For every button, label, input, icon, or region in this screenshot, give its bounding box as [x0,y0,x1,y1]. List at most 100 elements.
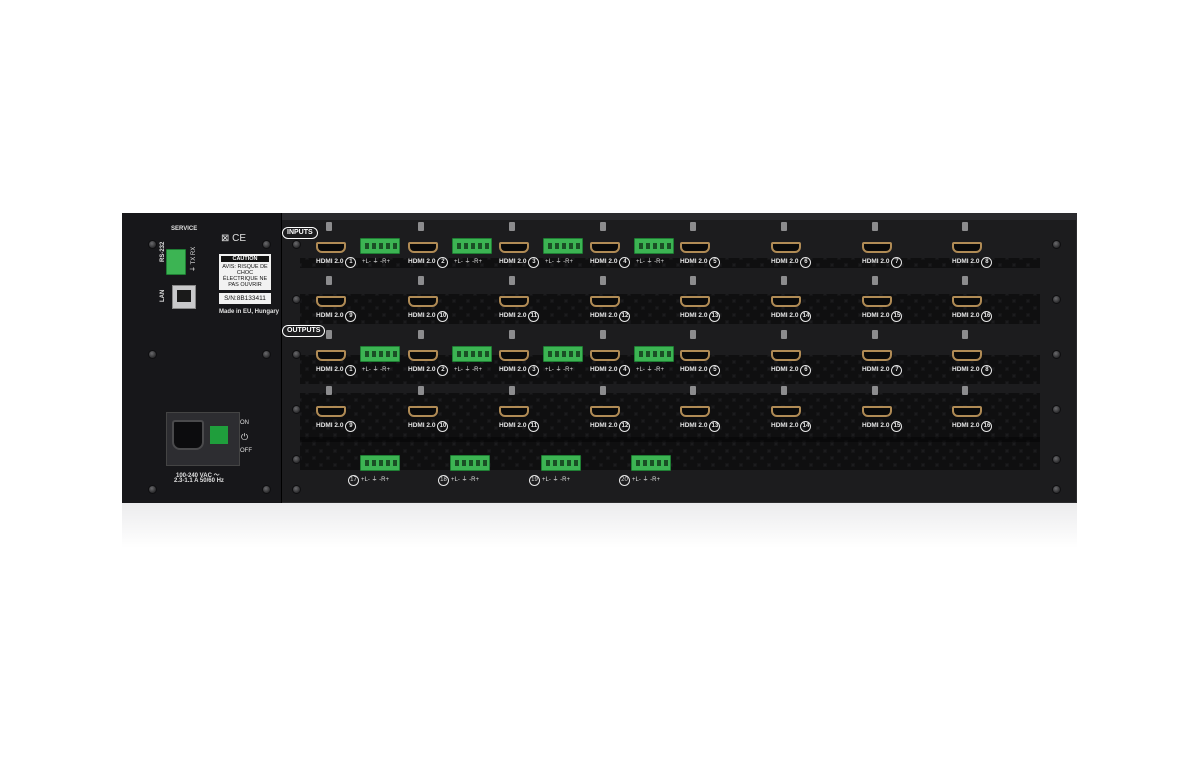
output-hdmi-port-12[interactable] [590,406,620,417]
chassis-screw [292,295,301,304]
output-hdmi-port-9[interactable] [316,406,346,417]
terminal-pin [646,351,650,357]
sma-connector [872,330,878,339]
input-hdmi-port-11[interactable] [499,296,529,307]
chassis-screw [148,240,157,249]
input-hdmi-port-10[interactable] [408,296,438,307]
output-hdmi-port-11[interactable] [499,406,529,417]
terminal-pin [576,351,580,357]
input-hdmi-port-12[interactable] [590,296,620,307]
input-hdmi-port-4[interactable] [590,242,620,253]
input-audio-terminal-4[interactable] [634,238,674,254]
input-hdmi-label-4: HDMI 2.0 4 [590,257,631,268]
extra-audio-terminal-19[interactable] [541,455,581,471]
terminal-pin [548,243,552,249]
hdmi-version-label: HDMI 2.0 [408,258,436,265]
output-audio-terminal-3[interactable] [543,346,583,362]
output-hdmi-port-4[interactable] [590,350,620,361]
input-hdmi-port-15[interactable] [862,296,892,307]
output-audio-label-3: +L- ⏚ -R+ [545,367,574,373]
sma-connector [418,386,424,395]
chassis-screw [1052,350,1061,359]
terminal-pin [478,243,482,249]
output-hdmi-port-2[interactable] [408,350,438,361]
output-hdmi-label-1: HDMI 2.0 1 [316,365,357,376]
sma-connector [509,330,515,339]
terminal-pin [560,460,564,466]
input-hdmi-port-14[interactable] [771,296,801,307]
input-hdmi-label-2: HDMI 2.0 2 [408,257,449,268]
hdmi-version-label: HDMI 2.0 [862,258,890,265]
port-number-badge: 9 [345,311,357,322]
power-switch[interactable] [208,424,230,446]
input-audio-terminal-1[interactable] [360,238,400,254]
input-hdmi-port-5[interactable] [680,242,710,253]
output-hdmi-port-5[interactable] [680,350,710,361]
chassis-screw [292,405,301,414]
output-hdmi-port-6[interactable] [771,350,801,361]
terminal-pin [379,351,383,357]
hdmi-version-label: HDMI 2.0 [316,366,344,373]
output-hdmi-port-16[interactable] [952,406,982,417]
input-hdmi-port-16[interactable] [952,296,982,307]
output-hdmi-port-1[interactable] [316,350,346,361]
floor-reflection [122,503,1077,548]
output-audio-terminal-2[interactable] [452,346,492,362]
terminal-pin [478,351,482,357]
input-hdmi-port-13[interactable] [680,296,710,307]
port-number-badge: 13 [709,311,721,322]
output-hdmi-port-8[interactable] [952,350,982,361]
sma-connector [962,276,968,285]
chassis-screw [262,485,271,494]
iec-power-inlet[interactable] [172,420,204,450]
output-hdmi-port-15[interactable] [862,406,892,417]
hdmi-version-label: HDMI 2.0 [499,258,527,265]
terminal-pin [653,243,657,249]
input-audio-terminal-2[interactable] [452,238,492,254]
input-hdmi-port-8[interactable] [952,242,982,253]
input-hdmi-port-6[interactable] [771,242,801,253]
rs232-terminal[interactable] [166,249,186,275]
terminal-pin [639,243,643,249]
input-hdmi-port-1[interactable] [316,242,346,253]
output-audio-label-4: +L- ⏚ -R+ [636,367,665,373]
sma-connector [509,386,515,395]
input-hdmi-label-1: HDMI 2.0 1 [316,257,357,268]
chassis-screw [292,455,301,464]
hdmi-version-label: HDMI 2.0 [316,422,344,429]
port-number-badge: 5 [709,365,721,376]
port-number-badge: 3 [528,365,540,376]
input-hdmi-label-15: HDMI 2.0 15 [862,311,903,322]
chassis-screw [148,350,157,359]
input-audio-terminal-3[interactable] [543,238,583,254]
output-hdmi-port-3[interactable] [499,350,529,361]
input-hdmi-port-9[interactable] [316,296,346,307]
input-hdmi-port-7[interactable] [862,242,892,253]
port-number-badge: 12 [619,311,631,322]
port-number-badge: 15 [891,311,903,322]
output-hdmi-port-7[interactable] [862,350,892,361]
output-audio-terminal-1[interactable] [360,346,400,362]
port-number-badge: 9 [345,421,357,432]
output-audio-terminal-4[interactable] [634,346,674,362]
terminal-pin [546,460,550,466]
input-hdmi-port-3[interactable] [499,242,529,253]
input-hdmi-port-2[interactable] [408,242,438,253]
hdmi-version-label: HDMI 2.0 [590,258,618,265]
sma-connector [690,276,696,285]
input-hdmi-label-13: HDMI 2.0 13 [680,311,721,322]
output-hdmi-label-12: HDMI 2.0 12 [590,421,631,432]
output-hdmi-port-13[interactable] [680,406,710,417]
extra-audio-terminal-20[interactable] [631,455,671,471]
audio-pin-symbols: +L- ⏚ -R+ [361,477,390,483]
sma-connector [600,276,606,285]
output-hdmi-port-10[interactable] [408,406,438,417]
extra-audio-terminal-18[interactable] [450,455,490,471]
input-hdmi-label-16: HDMI 2.0 16 [952,311,993,322]
hdmi-version-label: HDMI 2.0 [499,312,527,319]
rs232-label: RS-232 [160,241,166,262]
extra-audio-label-20: 20 +L- ⏚ -R+ [619,474,660,486]
extra-audio-terminal-17[interactable] [360,455,400,471]
output-hdmi-port-14[interactable] [771,406,801,417]
lan-port[interactable] [172,285,196,309]
